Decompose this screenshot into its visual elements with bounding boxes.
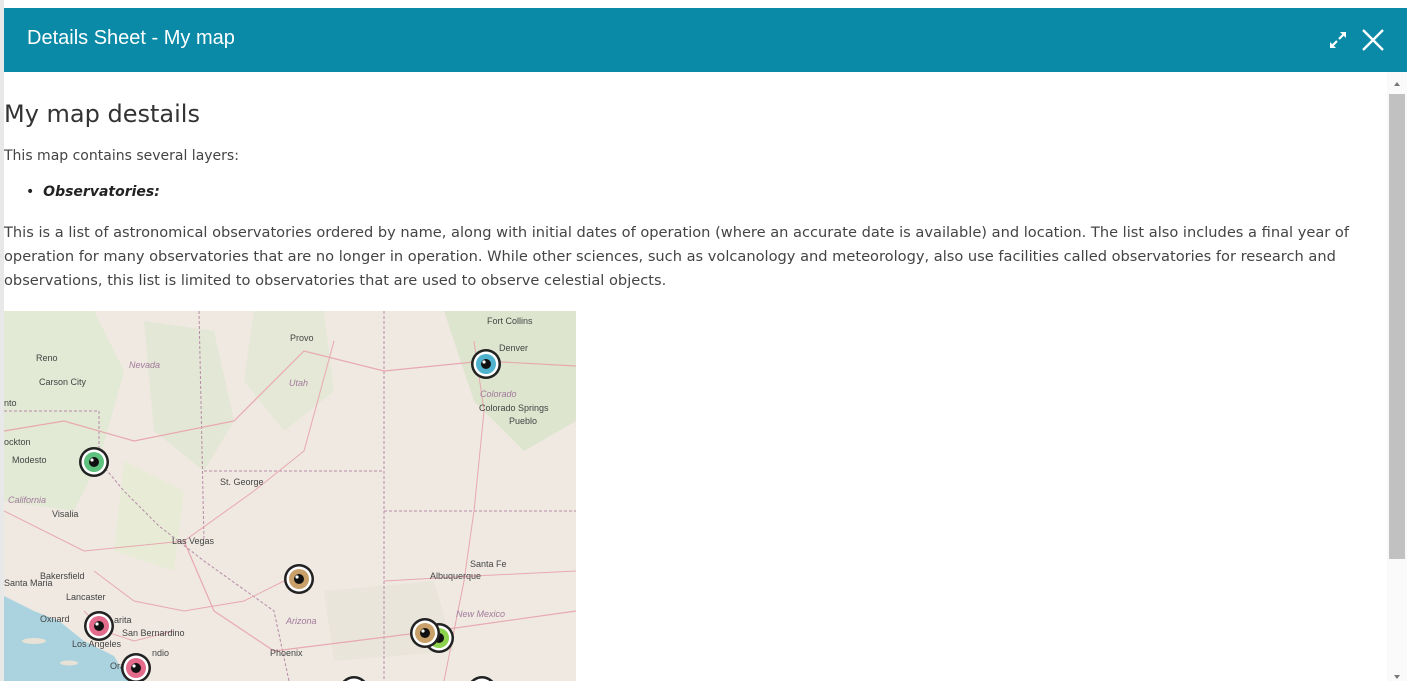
scroll-thumb[interactable] [1389,94,1405,559]
city-label-pueblo: Pueblo [509,416,537,426]
state-label-utah: Utah [289,378,308,388]
city-label-stockton-fragment: ockton [4,437,31,447]
caret-down-icon [1394,675,1400,679]
city-label-sacramento-fragment: nto [4,398,17,408]
details-heading: My map destails [4,100,200,128]
city-label-lancaster: Lancaster [66,592,106,602]
expand-button[interactable] [1326,28,1350,52]
city-label-albuquerque: Albuquerque [430,571,481,581]
observatory-marker-modesto[interactable] [79,447,109,477]
city-label-provo: Provo [290,333,314,343]
caret-up-icon [1394,82,1400,86]
city-label-colorado-springs: Colorado Springs [479,403,549,413]
scroll-up-button[interactable] [1387,76,1407,92]
observatory-marker-denver[interactable] [471,349,501,379]
close-button[interactable] [1359,26,1387,54]
city-label-reno: Reno [36,353,58,363]
state-label-california: California [8,495,46,505]
city-label-carson-city: Carson City [39,377,87,387]
window-title: Details Sheet - My map [27,27,235,49]
city-label-visalia: Visalia [52,509,78,519]
city-label-indio-fragment: ndio [152,648,169,658]
intro-text: This map contains several layers: [4,148,239,164]
state-label-colorado: Colorado [480,389,517,399]
layer-list-item: • Observatories: [26,184,160,200]
observatory-marker-new-mexico-tan[interactable] [410,618,440,648]
city-label-modesto: Modesto [12,455,47,465]
city-label-denver: Denver [499,343,528,353]
city-label-santa-clarita-fragment: arita [114,615,132,625]
vertical-scrollbar[interactable] [1387,72,1407,681]
city-label-oxnard: Oxnard [40,614,70,624]
scroll-down-button[interactable] [1387,669,1407,685]
description-text: This is a list of astronomical observato… [4,224,1349,289]
close-icon [1362,29,1384,51]
city-label-las-vegas: Las Vegas [172,536,215,546]
window-header: Details Sheet - My map [4,8,1407,72]
bullet-dot: • [26,184,35,200]
city-label-santa-maria: Santa Maria [4,578,53,588]
layer-name: Observatories: [43,184,160,200]
city-label-phoenix: Phoenix [270,648,303,658]
state-label-arizona: Arizona [285,616,317,626]
city-label-santa-fe: Santa Fe [470,559,507,569]
map-svg: Nevada Utah Colorado California Arizona … [4,311,576,681]
city-label-st-george: St. George [220,477,264,487]
observatory-marker-nevada-south[interactable] [284,564,314,594]
city-label-fort-collins: Fort Collins [487,316,533,326]
state-label-new-mexico: New Mexico [456,609,505,619]
observatory-marker-los-angeles[interactable] [84,611,114,641]
expand-arrows-icon [1330,32,1346,48]
city-label-san-bernardino: San Bernardino [122,628,185,638]
details-content: My map destails This map contains severa… [4,72,1387,681]
state-label-nevada: Nevada [129,360,160,370]
map-image: Nevada Utah Colorado California Arizona … [4,311,576,681]
